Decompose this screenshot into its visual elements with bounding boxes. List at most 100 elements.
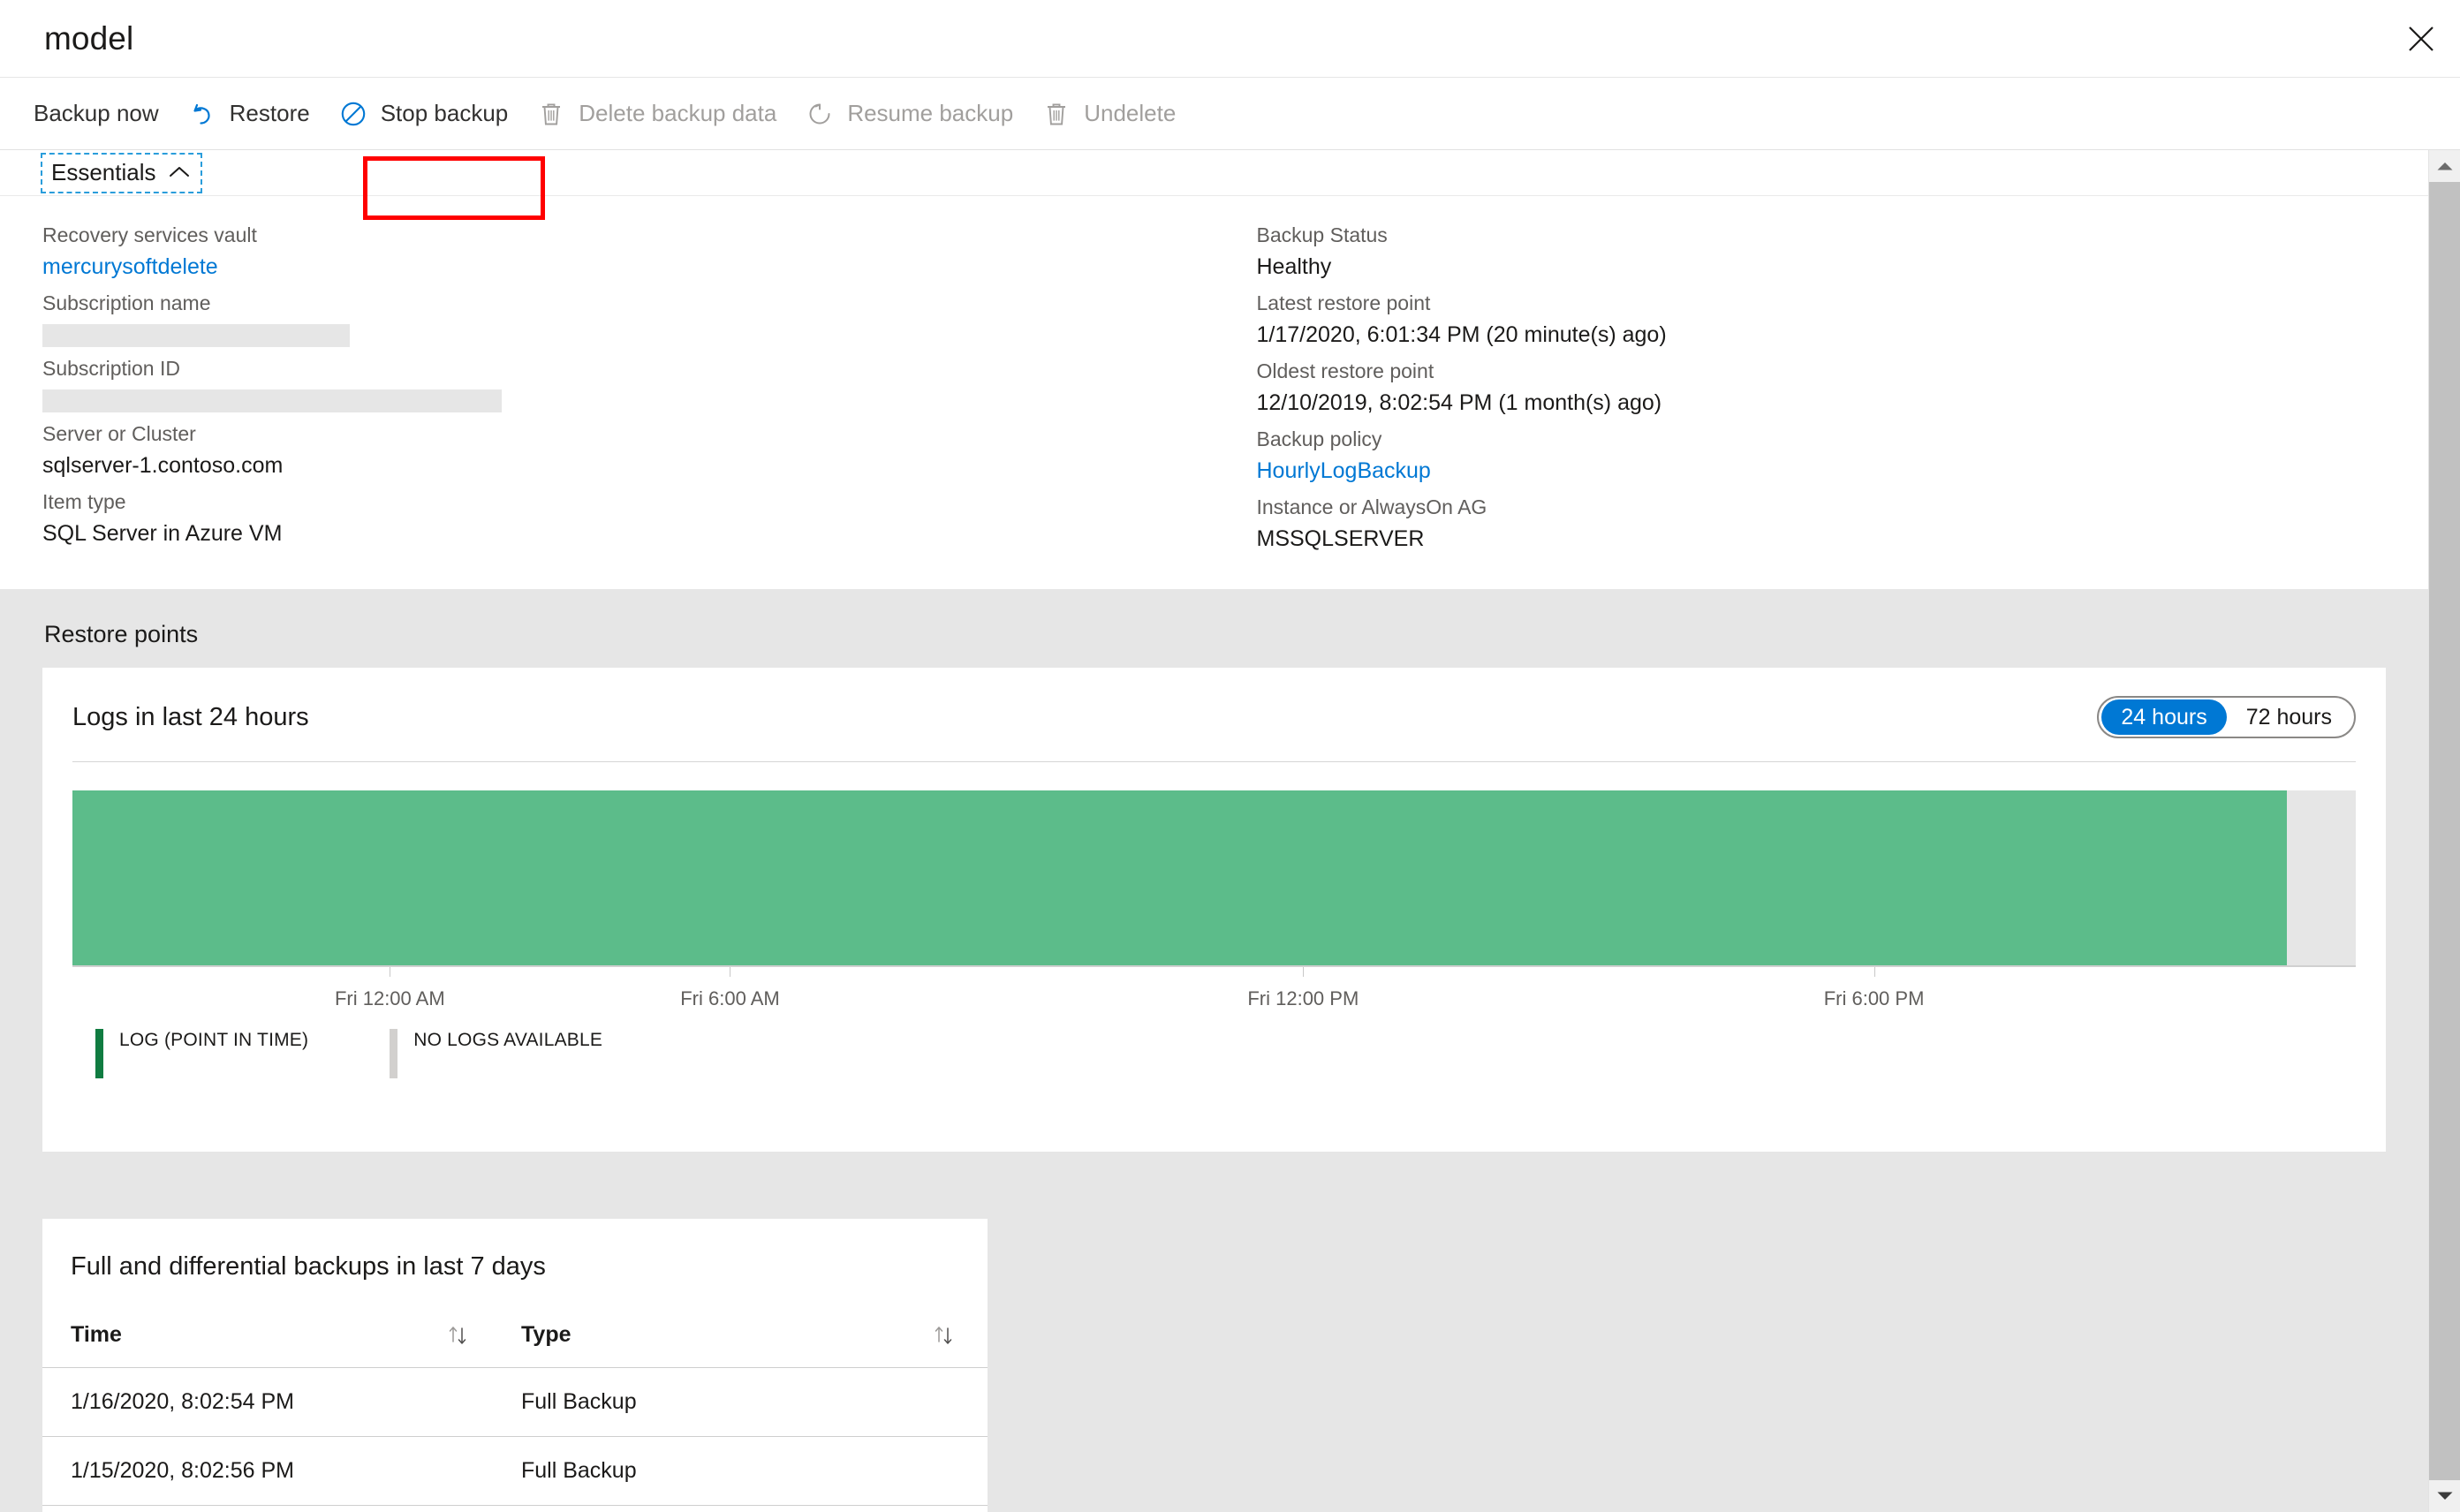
delete-backup-data-button[interactable]: Delete backup data <box>522 78 791 150</box>
refresh-circle-icon <box>805 99 835 129</box>
restore-button[interactable]: Restore <box>173 78 324 150</box>
scrollbar-thumb[interactable] <box>2429 182 2460 1507</box>
logs-chart: Fri 12:00 AM Fri 6:00 AM Fri 12:00 PM Fr… <box>42 761 2386 1079</box>
caret-down-icon[interactable] <box>2429 1480 2460 1512</box>
cell-type: Full Backup <box>502 1436 988 1507</box>
blade-scroll-area: Essentials Recovery services vault mercu… <box>0 150 2460 1512</box>
legend-label: NO LOGS AVAILABLE <box>413 1030 603 1051</box>
cell-time: 1/16/2020, 8:02:54 PM <box>42 1367 502 1438</box>
oldest-restore-point-value: 12/10/2019, 8:02:54 PM (1 month(s) ago) <box>1256 390 1662 416</box>
trash-icon <box>1041 99 1071 129</box>
x-tick-label: Fri 6:00 PM <box>1823 987 1925 1010</box>
time-range-toggle: 24 hours 72 hours <box>2097 696 2356 739</box>
table-header-row: Time Type <box>42 1322 988 1369</box>
logs-chart-header: Logs in last 24 hours 24 hours 72 hours <box>42 668 2386 739</box>
x-tick-2: Fri 12:00 PM <box>1247 967 1414 1010</box>
cell-time: 1/15/2020, 8:02:56 PM <box>42 1436 502 1507</box>
chart-bar-log-point-in-time[interactable] <box>72 790 2288 966</box>
logs-chart-card: Logs in last 24 hours 24 hours 72 hours <box>42 668 2386 1153</box>
x-tick-0: Fri 12:00 AM <box>335 967 500 1010</box>
blade-title-bar: model <box>0 0 2460 78</box>
tick-mark <box>1303 967 1305 978</box>
undelete-label: Undelete <box>1084 100 1177 126</box>
full-differential-backups-card: Full and differential backups in last 7 … <box>42 1219 988 1512</box>
caret-up-icon[interactable] <box>2429 150 2460 182</box>
legend-item-no-logs-available: NO LOGS AVAILABLE <box>390 1029 603 1079</box>
delete-backup-data-label: Delete backup data <box>579 100 777 126</box>
essentials-field-latest-restore-point: Latest restore point 1/17/2020, 6:01:34 … <box>1257 287 1667 352</box>
resume-backup-label: Resume backup <box>847 100 1014 126</box>
table-body: 1/16/2020, 8:02:54 PM Full Backup 1/15/2… <box>42 1367 988 1512</box>
essentials-header: Essentials <box>0 150 2428 197</box>
page-title: model <box>44 19 134 57</box>
restore-points-section: Restore points Logs in last 24 hours 24 … <box>0 589 2428 1512</box>
field-label: Latest restore point <box>1256 291 1431 315</box>
logs-chart-title: Logs in last 24 hours <box>72 702 309 731</box>
essentials-body: Recovery services vault mercurysoftdelet… <box>0 196 2428 590</box>
undelete-button[interactable]: Undelete <box>1027 78 1190 150</box>
vertical-scrollbar[interactable] <box>2428 150 2460 1512</box>
column-header-label: Time <box>71 1322 122 1348</box>
essentials-field-instance-or-alwayson-ag: Instance or AlwaysOn AG MSSQLSERVER <box>1257 491 1667 556</box>
table-row[interactable]: 1/16/2020, 8:02:54 PM Full Backup <box>42 1367 988 1438</box>
essentials-right-column: Backup Status Healthy Latest restore poi… <box>24 219 1667 559</box>
essentials-field-oldest-restore-point: Oldest restore point 12/10/2019, 8:02:54… <box>1257 355 1667 420</box>
field-label: Backup policy <box>1256 427 1382 451</box>
blade-content: Essentials Recovery services vault mercu… <box>0 150 2428 1512</box>
close-icon[interactable] <box>2382 0 2460 78</box>
restore-points-heading: Restore points <box>44 621 199 648</box>
restore-undo-icon <box>187 99 217 129</box>
range-option-24-hours[interactable]: 24 hours <box>2101 699 2227 736</box>
legend-label: LOG (POINT IN TIME) <box>119 1030 309 1051</box>
column-header-label: Type <box>521 1322 571 1348</box>
chart-top-divider <box>72 761 2356 763</box>
essentials-field-backup-policy: Backup policy HourlyLogBackup <box>1257 423 1667 488</box>
backup-now-button[interactable]: Backup now <box>0 78 173 150</box>
legend-swatch <box>95 1029 103 1079</box>
backup-status-value: Healthy <box>1256 254 1332 280</box>
chart-x-tick-labels: Fri 12:00 AM Fri 6:00 AM Fri 12:00 PM Fr… <box>72 967 2356 1013</box>
chart-plot-area <box>72 790 2356 966</box>
table-row[interactable]: 1/14/2020, 8:02:55 PM Full Backup <box>42 1505 988 1512</box>
x-tick-label: Fri 6:00 AM <box>680 987 780 1010</box>
column-header-time[interactable]: Time <box>42 1322 502 1369</box>
sort-updown-icon[interactable] <box>931 1323 958 1348</box>
backups-table: Time Type 1/16/2020, 8:02:54 PM Full Bac… <box>42 1322 988 1512</box>
resume-backup-button[interactable]: Resume backup <box>791 78 1027 150</box>
field-label: Instance or AlwaysOn AG <box>1256 495 1487 519</box>
cell-type: Full Backup <box>502 1367 988 1438</box>
table-row[interactable]: 1/15/2020, 8:02:56 PM Full Backup <box>42 1436 988 1507</box>
backup-policy-link[interactable]: HourlyLogBackup <box>1257 455 1667 488</box>
backup-now-label: Backup now <box>34 100 159 126</box>
legend-item-log-point-in-time: LOG (POINT IN TIME) <box>95 1029 309 1079</box>
tick-mark <box>1873 967 1875 978</box>
restore-label: Restore <box>229 100 310 126</box>
instance-or-alwayson-ag-value: MSSQLSERVER <box>1256 526 1425 552</box>
chevron-up-icon <box>169 165 190 179</box>
essentials-field-backup-status: Backup Status Healthy <box>1257 219 1667 284</box>
sort-updown-icon[interactable] <box>445 1323 472 1348</box>
azure-blade: model Backup now Restore Stop backup Del… <box>0 0 2460 1512</box>
column-header-type[interactable]: Type <box>502 1322 988 1369</box>
field-label: Oldest restore point <box>1256 359 1434 383</box>
range-option-72-hours[interactable]: 72 hours <box>2227 699 2351 735</box>
command-toolbar: Backup now Restore Stop backup Delete ba… <box>0 78 2460 220</box>
backups-card-title: Full and differential backups in last 7 … <box>71 1252 546 1281</box>
stop-backup-button[interactable]: Stop backup <box>324 78 523 150</box>
legend-swatch <box>390 1029 398 1079</box>
stop-backup-label: Stop backup <box>380 100 509 126</box>
x-tick-3: Fri 6:00 PM <box>1824 967 1975 1010</box>
cloud-upload-icon <box>0 99 21 129</box>
essentials-label: Essentials <box>51 158 156 185</box>
block-circle-slash-icon <box>338 99 368 129</box>
x-tick-label: Fri 12:00 PM <box>1247 987 1359 1010</box>
essentials-toggle[interactable]: Essentials <box>41 152 202 193</box>
x-tick-1: Fri 6:00 AM <box>680 967 829 1010</box>
chart-bar-no-logs-available[interactable] <box>2287 790 2356 966</box>
field-label: Backup Status <box>1256 223 1388 247</box>
cell-time: 1/14/2020, 8:02:55 PM <box>42 1505 502 1512</box>
x-tick-label: Fri 12:00 AM <box>334 987 445 1010</box>
latest-restore-point-value: 1/17/2020, 6:01:34 PM (20 minute(s) ago) <box>1256 322 1667 348</box>
chart-legend: LOG (POINT IN TIME) NO LOGS AVAILABLE <box>72 1013 2356 1079</box>
trash-icon <box>536 99 566 129</box>
